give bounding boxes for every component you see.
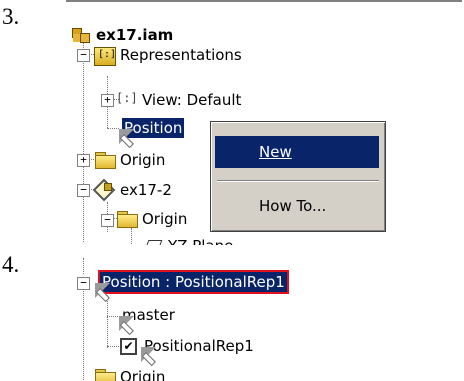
active-checkbox[interactable]: ✔ [120,337,137,355]
part-label: ex17-2 [120,181,172,199]
open-folder-icon [116,209,138,229]
origin-bottom-label: Origin [120,368,166,381]
collapse-part-icon[interactable]: − [77,184,90,197]
plane-label: YZ Plane [168,236,233,245]
tree-node-root[interactable]: ex17.iam [70,24,173,46]
view-rep-icon: [:] [116,91,138,105]
tree-node-position-active[interactable]: Position : PositionalRep1 [94,270,289,298]
part-icon [94,180,116,200]
origin-label: Origin [120,151,166,169]
position-active-label: Position : PositionalRep1 [98,270,289,294]
tree-node-origin[interactable]: Origin [94,149,165,171]
collapse-representations-icon[interactable]: − [77,49,90,62]
tree-node-representations[interactable]: [:] Representations [94,44,242,66]
menu-separator [217,180,379,182]
tree-node-origin-bottom[interactable]: Origin [94,366,165,381]
menu-item-new[interactable]: New [215,136,379,168]
context-menu: New How To... [210,121,386,232]
collapse-origin-child-icon[interactable]: − [101,214,114,227]
positional-rep1-label: PositionalRep1 [144,337,254,355]
representations-label: Representations [120,46,242,64]
tree-node-master[interactable]: master [118,304,175,331]
tree-node-origin-child[interactable]: Origin [116,208,187,230]
tree-node-position[interactable]: Position [118,117,185,144]
tree-node-yz-plane[interactable]: YZ Plane [142,235,233,245]
expand-origin-icon[interactable]: + [77,154,90,167]
menu-item-how-to-label: How To... [259,197,327,215]
browser-tree-bottom: − Position : PositionalRep1 master ✔ Pos… [66,258,462,381]
tree-node-part[interactable]: ex17-2 [94,179,172,201]
representations-folder-icon: [:] [94,46,116,66]
step-3-number: 3. [2,4,20,29]
menu-item-how-to[interactable]: How To... [215,190,379,222]
tree-node-positional-rep1[interactable]: ✔ PositionalRep1 [120,335,254,362]
view-label: View: Default [142,91,242,109]
plane-icon [142,236,164,245]
tree-node-view-default[interactable]: [:] View: Default [116,89,241,111]
step-4-number: 4. [2,252,20,277]
folder-icon [94,367,116,381]
menu-item-new-label: New [259,143,292,161]
expand-view-icon[interactable]: + [101,94,114,107]
folder-icon [94,150,116,170]
origin-child-label: Origin [142,210,188,228]
assembly-icon [70,25,92,45]
collapse-position-icon[interactable]: − [77,277,90,290]
root-label: ex17.iam [96,26,174,44]
